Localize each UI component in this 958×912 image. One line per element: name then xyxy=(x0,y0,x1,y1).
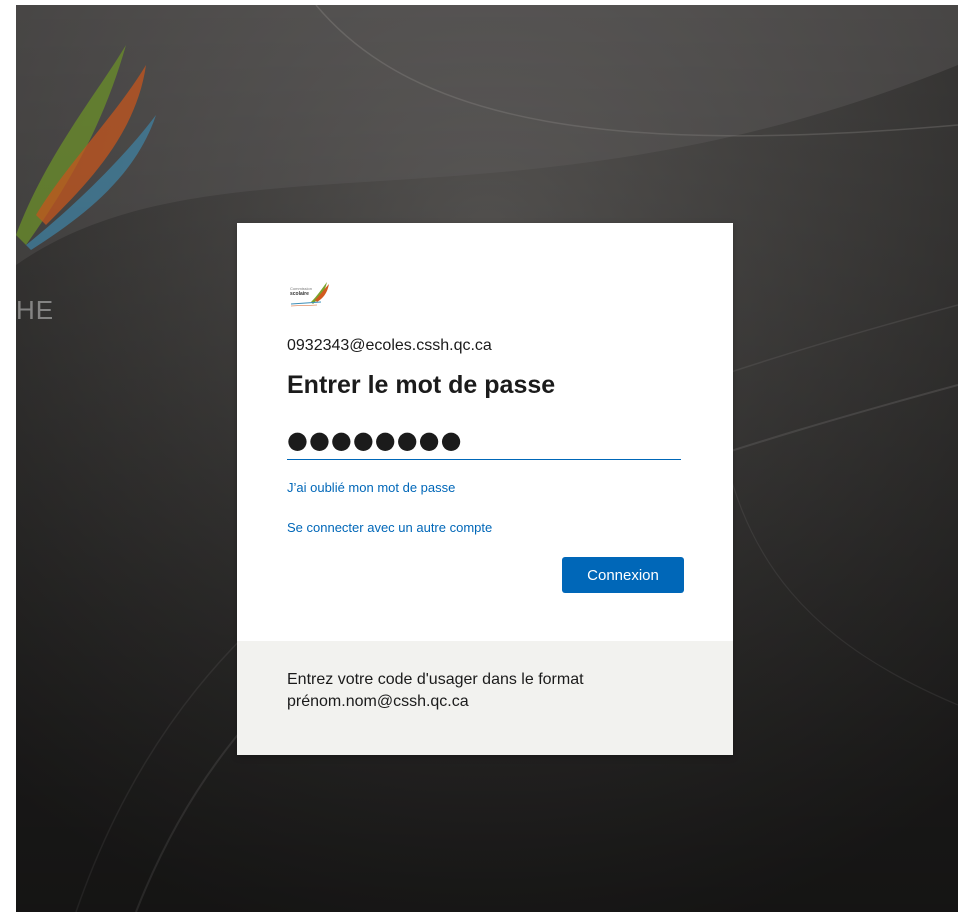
forgot-password-link[interactable]: J’ai oublié mon mot de passe xyxy=(287,480,455,495)
password-field[interactable] xyxy=(287,421,681,460)
login-card-body: Commission scolaire 0932343@ecoles.cssh.… xyxy=(237,223,733,641)
other-account-link[interactable]: Se connecter avec un autre compte xyxy=(287,520,492,535)
sign-in-button[interactable]: Connexion xyxy=(562,557,684,593)
login-background: HE Commission scolaire 0932343@ecoles.cs… xyxy=(16,5,958,912)
account-email: 0932343@ecoles.cssh.qc.ca xyxy=(287,337,492,354)
logo-line2: scolaire xyxy=(290,291,309,297)
login-card-footer: Entrez votre code d'usager dans le forma… xyxy=(237,641,733,755)
organization-logo: Commission scolaire xyxy=(287,278,341,312)
login-card: Commission scolaire 0932343@ecoles.cssh.… xyxy=(237,223,733,755)
footer-hint-text: Entrez votre code d'usager dans le forma… xyxy=(287,671,584,710)
background-partial-text: HE xyxy=(16,295,55,325)
page-title: Entrer le mot de passe xyxy=(287,371,556,399)
